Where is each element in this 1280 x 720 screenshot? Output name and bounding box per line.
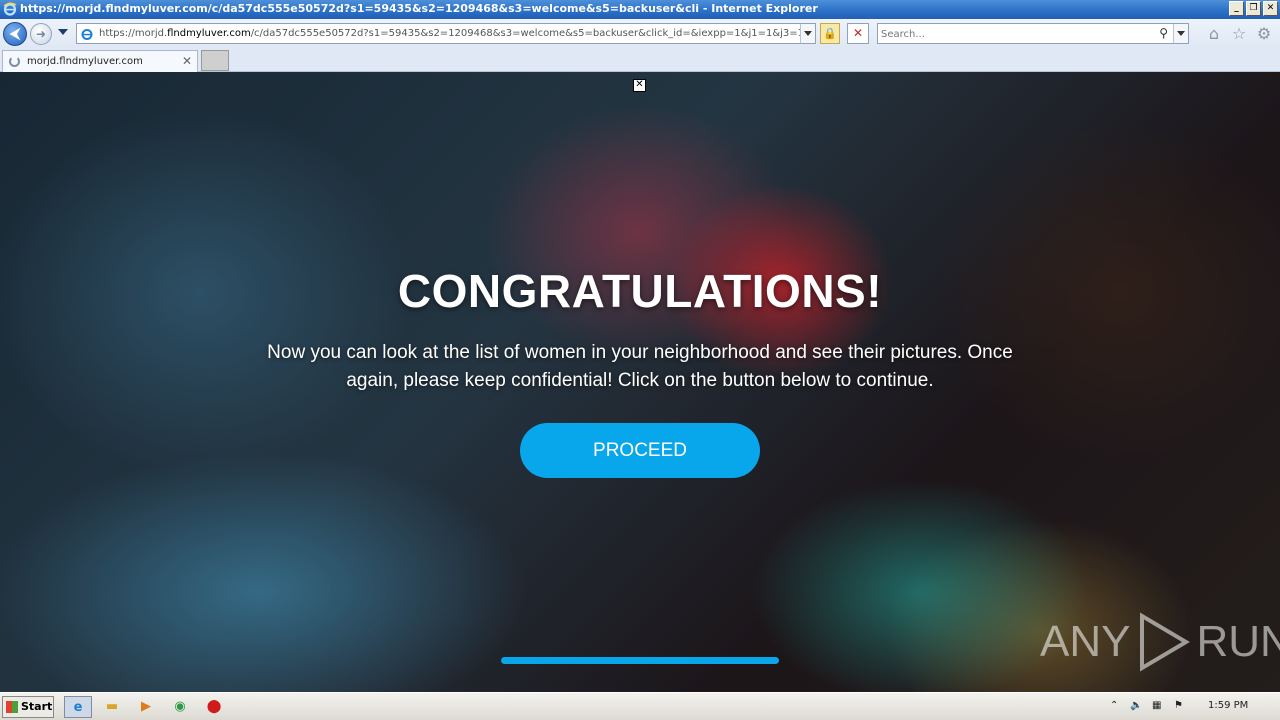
play-logo-icon bbox=[1140, 612, 1191, 672]
back-icon: ⮜ bbox=[10, 26, 20, 42]
taskbar-folder-icon[interactable]: ▬ bbox=[98, 696, 126, 718]
maximize-button[interactable]: ❐ bbox=[1246, 1, 1261, 16]
navigation-bar: ⮜ ➜ https://morjd.flndmyluver.com/c/da57… bbox=[0, 19, 1280, 48]
forward-button[interactable]: ➜ bbox=[30, 23, 52, 45]
window-title-bar: https://morjd.flndmyluver.com/c/da57dc55… bbox=[0, 0, 1280, 19]
page-icon bbox=[81, 29, 93, 40]
tab-active[interactable]: morjd.flndmyluver.com ✕ bbox=[2, 50, 198, 72]
tab-label: morjd.flndmyluver.com bbox=[27, 56, 143, 67]
internet-explorer-icon bbox=[3, 2, 17, 16]
url-domain: flndmyluver.com bbox=[167, 28, 251, 39]
watermark-right: RUN bbox=[1196, 617, 1280, 666]
home-icon[interactable]: ⌂ bbox=[1204, 24, 1224, 44]
lock-icon[interactable]: 🔒 bbox=[820, 23, 840, 44]
search-box[interactable]: ⚲ bbox=[877, 23, 1189, 44]
volume-icon[interactable]: 🔈 bbox=[1130, 700, 1142, 711]
taskbar-internet-explorer-icon[interactable]: e bbox=[64, 696, 92, 718]
tray-expand-icon[interactable]: ⌃ bbox=[1110, 700, 1118, 711]
proceed-button[interactable]: PROCEED bbox=[520, 423, 760, 478]
action-center-flag-icon[interactable]: ⚑ bbox=[1174, 700, 1183, 711]
close-window-button[interactable]: ✕ bbox=[1263, 1, 1278, 16]
address-dropdown-button[interactable] bbox=[800, 24, 815, 43]
system-tray: ⌃ 🔈 ▦ ⚑ 1:59 PM bbox=[1100, 695, 1280, 719]
headline: CONGRATULATIONS! bbox=[397, 265, 883, 317]
network-icon[interactable]: ▦ bbox=[1152, 700, 1161, 711]
watermark-left: ANY bbox=[1040, 617, 1131, 666]
tab-bar: morjd.flndmyluver.com ✕ bbox=[0, 48, 1280, 72]
search-input[interactable] bbox=[881, 27, 1151, 41]
close-tab-icon[interactable]: ✕ bbox=[182, 54, 192, 68]
favorites-icon[interactable]: ☆ bbox=[1229, 24, 1249, 44]
progress-bar bbox=[501, 657, 779, 664]
windows-logo-icon bbox=[6, 701, 18, 713]
url-text: https://morjd.flndmyluver.com/c/da57dc55… bbox=[99, 28, 805, 39]
page-viewport: ✕ CONGRATULATIONS! Now you can look at t… bbox=[0, 72, 1280, 692]
taskbar-media-player-icon[interactable]: ▶ bbox=[132, 696, 160, 718]
tools-icon[interactable]: ⚙ bbox=[1254, 24, 1274, 44]
search-icon[interactable]: ⚲ bbox=[1159, 26, 1168, 40]
stop-icon[interactable]: ✕ bbox=[847, 23, 869, 44]
address-bar[interactable]: https://morjd.flndmyluver.com/c/da57dc55… bbox=[76, 23, 816, 44]
start-label: Start bbox=[21, 700, 53, 713]
minimize-button[interactable]: _ bbox=[1229, 1, 1244, 16]
taskbar: Start e ▬ ▶ ◉ ⬤ ⌃ 🔈 ▦ ⚑ 1:59 PM bbox=[0, 692, 1280, 720]
taskbar-chrome-icon[interactable]: ◉ bbox=[166, 696, 194, 718]
start-button[interactable]: Start bbox=[2, 696, 54, 718]
progress-fill bbox=[501, 657, 779, 664]
close-overlay-icon[interactable]: ✕ bbox=[633, 79, 646, 92]
window-title: https://morjd.flndmyluver.com/c/da57dc55… bbox=[20, 2, 818, 15]
message-text: Now you can look at the list of women in… bbox=[267, 342, 1013, 391]
taskbar-opera-icon[interactable]: ⬤ bbox=[200, 696, 228, 718]
back-button[interactable]: ⮜ bbox=[3, 22, 27, 46]
new-tab-button[interactable] bbox=[201, 50, 229, 71]
recent-pages-dropdown[interactable] bbox=[58, 29, 68, 35]
clock[interactable]: 1:59 PM bbox=[1208, 700, 1248, 711]
forward-icon: ➜ bbox=[35, 27, 47, 41]
search-dropdown-button[interactable] bbox=[1173, 24, 1188, 43]
anyrun-watermark: ANY RUN bbox=[1040, 612, 1280, 672]
loading-spinner-icon bbox=[9, 56, 20, 67]
